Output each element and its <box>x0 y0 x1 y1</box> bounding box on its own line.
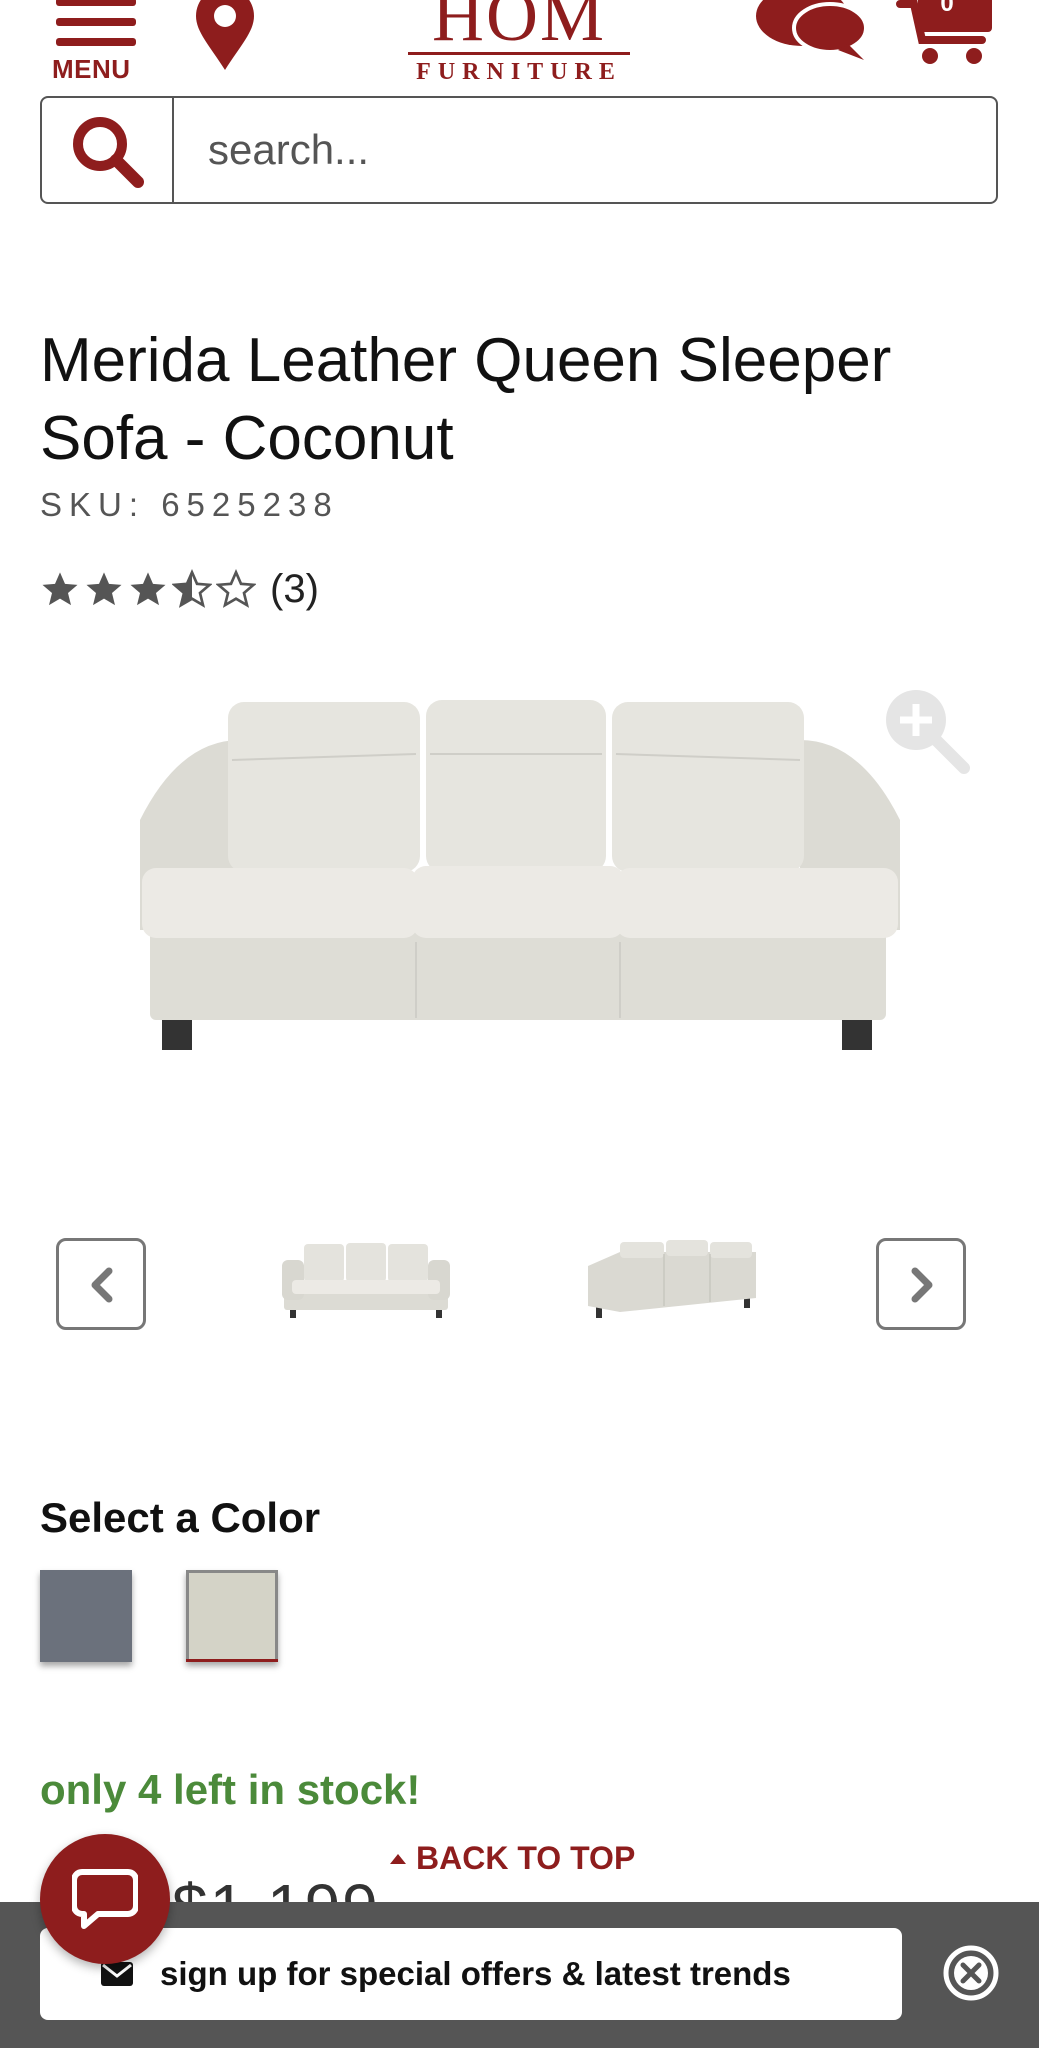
site-header: MENU HOM FURNITURE 0 <box>0 0 1039 90</box>
caret-up-icon <box>390 1853 406 1864</box>
search-button[interactable] <box>42 98 174 202</box>
logo-wordmark: HOM <box>431 0 606 56</box>
star-half-icon <box>172 569 212 608</box>
close-circle-icon <box>943 1945 999 2001</box>
cart-button[interactable]: 0 <box>896 0 996 73</box>
product-main-image[interactable] <box>120 680 920 1080</box>
product-rating[interactable]: (3) <box>40 564 319 614</box>
search-bar <box>40 96 998 204</box>
search-input[interactable] <box>176 98 994 202</box>
gallery-prev-button[interactable] <box>56 1238 146 1330</box>
menu-label: MENU <box>52 54 131 84</box>
chat-bubbles-icon[interactable] <box>752 0 870 69</box>
signup-button[interactable]: sign up for special offers & latest tren… <box>40 1928 902 2020</box>
chat-icon <box>72 1869 138 1929</box>
color-swatch-gray[interactable] <box>40 1570 132 1662</box>
search-icon <box>73 117 144 188</box>
envelope-icon <box>101 1962 133 1986</box>
star-full-icon <box>86 572 122 606</box>
thumbnial-rear[interactable] <box>580 1226 760 1336</box>
menu-button[interactable]: MENU <box>52 0 142 85</box>
color-heading: Select a Color <box>40 1494 321 1541</box>
back-to-top-link[interactable]: BACK TO TOP <box>390 1840 635 1877</box>
live-chat-button[interactable] <box>40 1834 170 1964</box>
product-sku: SKU: 6525238 <box>40 486 339 524</box>
product-title: Merida Leather Queen Sleeper Sofa - Coco… <box>40 326 892 473</box>
location-pin-icon[interactable] <box>190 0 260 75</box>
color-swatch-coconut[interactable] <box>186 1570 278 1662</box>
sku-value: 6525238 <box>161 486 339 523</box>
close-signup-button[interactable] <box>942 1944 1000 2007</box>
cart-count-badge: 0 <box>940 0 954 17</box>
signup-text: sign up for special offers & latest tren… <box>160 1955 791 1992</box>
thumbnail-front[interactable] <box>276 1226 456 1336</box>
stock-status: only 4 left in stock! <box>40 1766 421 1813</box>
star-full-icon <box>42 572 78 606</box>
star-full-icon <box>130 572 166 606</box>
star-empty-icon <box>216 569 256 608</box>
menu-icon <box>56 0 136 58</box>
sku-label: SKU: <box>40 486 146 523</box>
gallery-next-button[interactable] <box>876 1238 966 1330</box>
chevron-right-icon <box>911 1267 933 1303</box>
back-to-top-label: BACK TO TOP <box>416 1840 636 1876</box>
site-logo[interactable]: HOM FURNITURE <box>406 0 632 85</box>
zoom-icon[interactable] <box>878 682 974 783</box>
chevron-left-icon <box>91 1267 113 1303</box>
review-count: (3) <box>270 566 319 611</box>
logo-subtitle: FURNITURE <box>416 59 622 85</box>
